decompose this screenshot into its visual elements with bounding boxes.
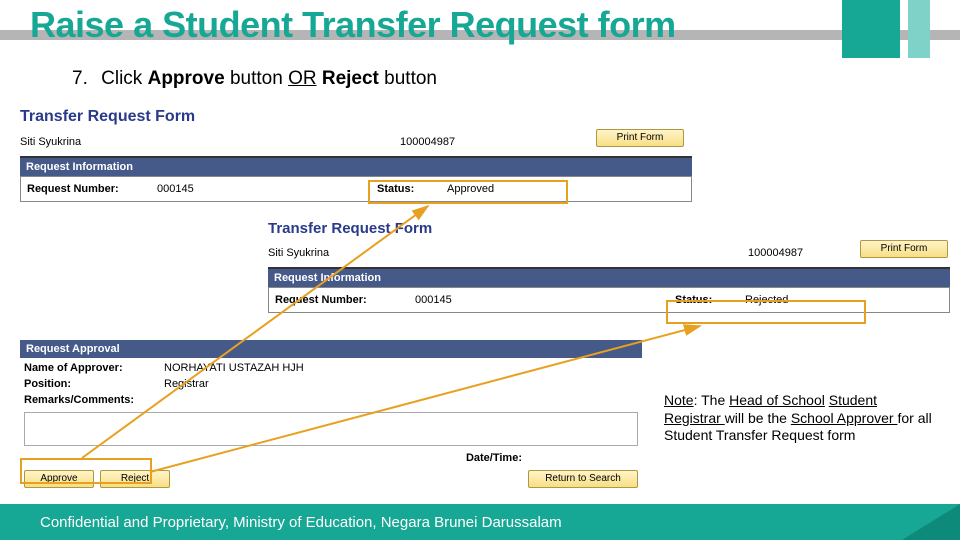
form-heading: Transfer Request Form — [20, 108, 692, 126]
note-text: Note: The Head of School Student Registr… — [664, 392, 932, 445]
step-number: 7. — [72, 68, 88, 89]
title-accent-2 — [908, 0, 930, 58]
highlight-status-approved — [368, 180, 568, 204]
student-id: 100004987 — [748, 247, 848, 259]
position-value: Registrar — [164, 378, 638, 390]
position-label: Position: — [24, 378, 164, 390]
return-to-search-button[interactable]: Return to Search — [528, 470, 638, 488]
page-title: Raise a Student Transfer Request form — [30, 4, 676, 46]
request-info-header: Request Information — [20, 156, 692, 176]
student-name: Siti Syukrina — [268, 247, 748, 259]
request-number-value: 000145 — [157, 183, 377, 195]
highlight-approve-reject-buttons — [20, 458, 152, 484]
approver-name-value: NORHAYATI USTAZAH HJH — [164, 362, 638, 374]
student-name: Siti Syukrina — [20, 136, 400, 148]
request-number-label: Request Number: — [27, 183, 157, 195]
form-heading: Transfer Request Form — [268, 220, 950, 237]
approver-name-label: Name of Approver: — [24, 362, 164, 374]
transfer-form-approved: Transfer Request Form Siti Syukrina 1000… — [20, 108, 692, 202]
instruction-step: 7. Click Approve button OR Reject button — [72, 68, 437, 90]
request-number-label: Request Number: — [275, 294, 415, 306]
remarks-label: Remarks/Comments: — [24, 394, 164, 406]
footer-accent — [902, 504, 960, 540]
approval-header: Request Approval — [20, 340, 642, 358]
print-form-button[interactable]: Print Form — [596, 129, 684, 147]
footer-bar: Confidential and Proprietary, Ministry o… — [0, 504, 960, 540]
request-info-header: Request Information — [268, 267, 950, 287]
print-form-button[interactable]: Print Form — [860, 240, 948, 258]
student-id: 100004987 — [400, 136, 540, 148]
footer-text: Confidential and Proprietary, Ministry o… — [40, 514, 562, 531]
title-accent-1 — [842, 0, 900, 58]
highlight-status-rejected — [666, 300, 866, 324]
request-number-value: 000145 — [415, 294, 675, 306]
remarks-textarea[interactable] — [24, 412, 638, 446]
